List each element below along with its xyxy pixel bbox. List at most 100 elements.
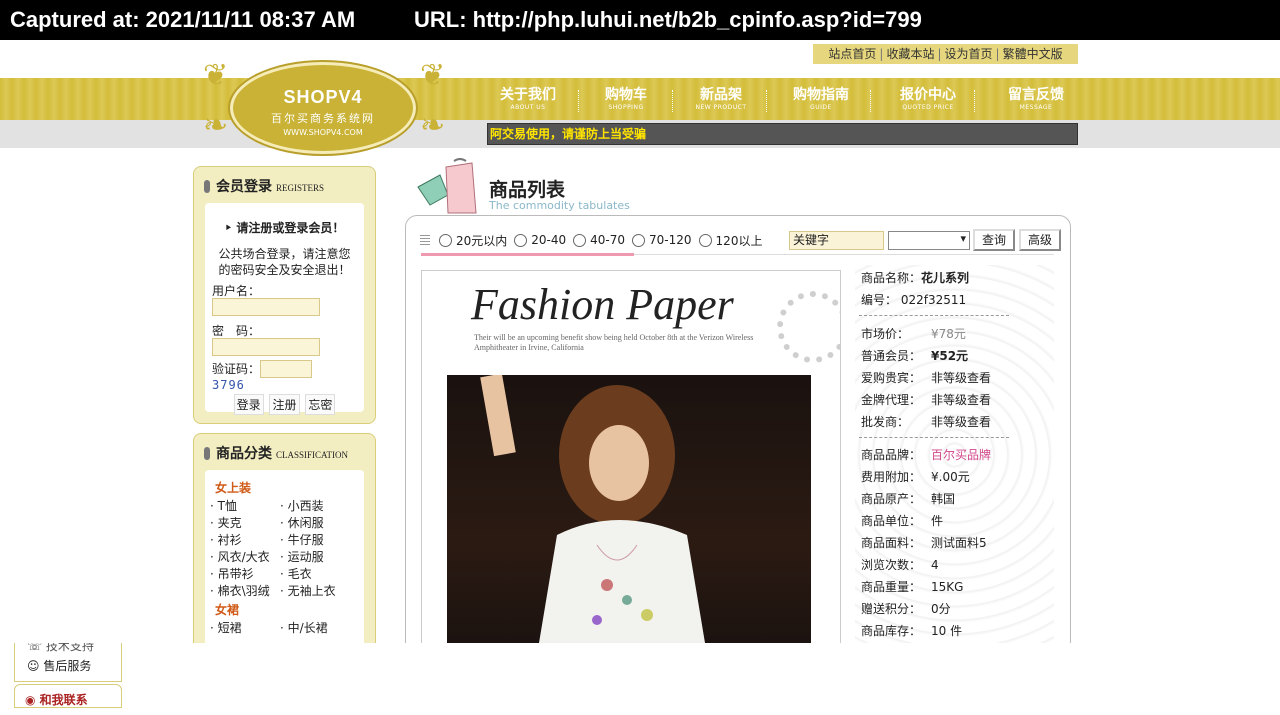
person-icon: ☺: [27, 659, 40, 673]
price-radio-1[interactable]: [439, 233, 452, 247]
swirl-ornament-icon: ❦: [420, 58, 446, 93]
username-input[interactable]: [212, 298, 320, 316]
nav-shopping-cart[interactable]: 购物车 SHOPPING: [578, 86, 674, 112]
category-item[interactable]: 中/长裙: [280, 620, 350, 637]
service-support-item[interactable]: ☏ 技术支持: [15, 643, 121, 657]
register-button[interactable]: 注册: [269, 394, 300, 415]
nav-guide[interactable]: 购物指南 GUIDE: [773, 86, 869, 112]
info-divider: [859, 437, 1009, 438]
category-item[interactable]: 休闲服: [280, 515, 350, 532]
flower-ornament-icon: [777, 291, 840, 363]
login-header: 会员登录 REGISTERS: [194, 167, 375, 203]
price-radio-2[interactable]: [514, 233, 528, 247]
site-logo[interactable]: SHOPV4 百尔买商务系统网 WWW.SHOPV4.COM: [230, 62, 416, 154]
category-row: 棉衣\羽绒无袖上衣: [210, 583, 364, 600]
category-row: 衬衫牛仔服: [210, 532, 364, 549]
nav-new-product[interactable]: 新品架 NEW PRODUCT: [673, 86, 769, 112]
top-link-bookmark[interactable]: 收藏本站: [886, 47, 934, 61]
login-button[interactable]: 登录: [233, 394, 264, 415]
nav-separator: [766, 90, 767, 112]
search-button[interactable]: 查询: [973, 229, 1015, 251]
price-filter-label: 70-120: [649, 233, 692, 247]
login-tip: 公共场合登录，请注意您的密码安全及安全退出！: [218, 247, 351, 277]
category-item[interactable]: 牛仔服: [280, 532, 350, 549]
capture-url-text: URL: http://php.luhui.net/b2b_cpinfo.asp…: [414, 7, 922, 32]
price-radio-5[interactable]: [698, 233, 712, 247]
nav-message[interactable]: 留言反馈 MESSAGE: [988, 86, 1084, 112]
category-item[interactable]: 无袖上衣: [280, 583, 350, 600]
info-material: 商品面料： 测试面料5: [861, 536, 987, 550]
info-vip-price: 爱购贵宾： 非等级查看: [861, 371, 992, 385]
forgot-password-button[interactable]: 忘密: [305, 394, 336, 415]
category-item[interactable]: T恤: [210, 498, 280, 515]
category-item[interactable]: 夹克: [210, 515, 280, 532]
swirl-ornament-icon: ❦: [203, 58, 229, 93]
category-row: T恤小西装: [210, 498, 364, 515]
nav-separator: [974, 90, 975, 112]
captcha-code: 3796: [212, 378, 245, 392]
price-radio-3[interactable]: [573, 233, 587, 247]
top-link-traditional[interactable]: 繁體中文版: [1003, 47, 1063, 61]
info-market-price: 市场价： ¥78元: [861, 327, 966, 341]
price-filter-row: 20元以内 20-40 40-70 70-120 120以上: [420, 230, 762, 250]
top-link-set-homepage[interactable]: 设为首页: [945, 47, 993, 61]
login-body: ‣ 请注册或登录会员！ 公共场合登录，请注意您的密码安全及安全退出！ 用户名： …: [205, 203, 364, 415]
member-login-box: 会员登录 REGISTERS ‣ 请注册或登录会员！ 公共场合登录，请注意您的密码…: [193, 166, 376, 424]
captcha-label: 验证码：: [212, 362, 261, 376]
price-radio-4[interactable]: [632, 233, 646, 247]
product-image[interactable]: Fashion Paper Their will be an upcoming …: [421, 270, 841, 652]
category-item[interactable]: 吊带衫: [210, 566, 280, 583]
keyword-input[interactable]: 关键字: [789, 231, 884, 250]
category-box: 商品分类CLASSIFICATION 女上装 T恤小西装 夹克休闲服 衬衫牛仔服…: [193, 433, 376, 675]
top-link-home[interactable]: 站点首页: [828, 47, 876, 61]
price-filter-label: 20元以内: [456, 233, 508, 248]
page-title-en: The commodity tabulates: [489, 199, 630, 212]
category-group-women-skirts[interactable]: 女裙: [215, 600, 364, 620]
tab-underline: [421, 253, 634, 256]
brand-link[interactable]: 百尔买品牌: [931, 448, 991, 462]
category-group-women-tops[interactable]: 女上装: [215, 478, 364, 498]
category-row: 短裙中/长裙: [210, 620, 364, 637]
category-row: 夹克休闲服: [210, 515, 364, 532]
category-item[interactable]: 短裙: [210, 620, 280, 637]
info-views: 浏览次数： 4: [861, 558, 939, 572]
password-input[interactable]: [212, 338, 320, 356]
category-item[interactable]: 衬衫: [210, 532, 280, 549]
category-item[interactable]: 棉衣\羽绒: [210, 583, 280, 600]
category-item[interactable]: 运动服: [280, 549, 350, 566]
category-item[interactable]: 小西装: [280, 498, 350, 515]
info-gold-price: 金牌代理： 非等级查看: [861, 393, 992, 407]
category-item[interactable]: 风衣/大衣: [210, 549, 280, 566]
advanced-search-button[interactable]: 高级: [1019, 229, 1061, 251]
captcha-input[interactable]: [260, 360, 313, 378]
nav-separator: [870, 90, 871, 112]
price-filter-label: 120以上: [715, 233, 763, 248]
page-bottom-area: [0, 643, 1280, 706]
info-member-price: 普通会员： ¥52元: [861, 349, 969, 363]
info-fee: 费用附加： ¥.00元: [861, 470, 970, 484]
header-bar-icon: [204, 180, 210, 193]
service-widget: ☏ 技术支持 ☺ 售后服务: [14, 643, 122, 682]
category-row: 吊带衫毛衣: [210, 566, 364, 583]
logo-title: SHOPV4: [283, 87, 363, 107]
clothes-hanger-icon: [417, 158, 477, 214]
image-subtitle: Their will be an upcoming benefit show b…: [474, 333, 754, 352]
model-photo: [447, 373, 811, 651]
swirl-ornament-icon: ❧: [420, 108, 446, 143]
info-weight: 商品重量： 15KG: [861, 580, 964, 594]
price-filter-label: 20-40: [531, 233, 567, 247]
service-after-sale-item[interactable]: ☺ 售后服务: [15, 657, 121, 675]
info-name: 商品名称：花儿系列: [861, 271, 970, 285]
nav-about-us[interactable]: 关于我们 ABOUT US: [480, 86, 576, 112]
nav-quoted-price[interactable]: 报价中心 QUOTED PRICE: [880, 86, 976, 112]
category-select[interactable]: [888, 231, 970, 250]
grid-icon: [420, 235, 430, 245]
swirl-ornament-icon: ❧: [203, 108, 229, 143]
info-brand: 商品品牌： 百尔买品牌: [861, 448, 992, 462]
category-header: 商品分类 CLASSIFICATION: [194, 434, 375, 470]
info-divider: [859, 315, 1009, 316]
contact-widget[interactable]: ◉ 和我联系: [14, 684, 122, 708]
info-unit: 商品单位：件: [861, 514, 944, 528]
info-points: 赠送积分： 0分: [861, 602, 951, 616]
category-item[interactable]: 毛衣: [280, 566, 350, 583]
